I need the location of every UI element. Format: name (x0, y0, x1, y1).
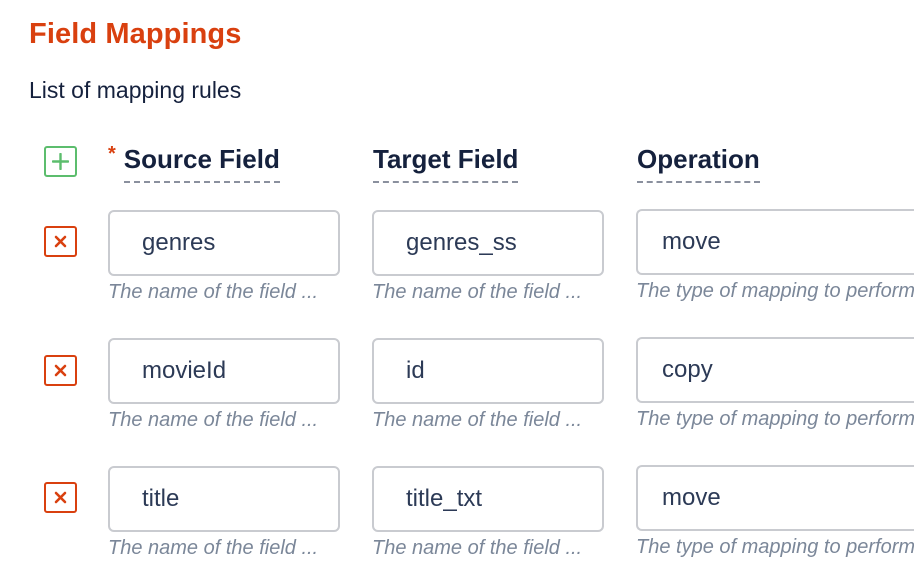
source-field-input[interactable] (108, 338, 340, 404)
close-icon (54, 364, 67, 377)
target-field-cell: The name of the field ... (372, 466, 604, 560)
required-mark: * (108, 143, 116, 165)
remove-mapping-button[interactable] (44, 482, 77, 513)
source-field-input[interactable] (108, 466, 340, 532)
operation-cell: copy The type of mapping to perform (636, 337, 914, 431)
source-field-cell: The name of the field ... (108, 338, 340, 432)
operation-help: The type of mapping to perform (636, 536, 914, 558)
target-field-cell: The name of the field ... (372, 210, 604, 304)
source-field-help: The name of the field ... (108, 409, 319, 431)
operation-value: copy (662, 356, 713, 383)
remove-mapping-button[interactable] (44, 226, 77, 257)
add-mapping-button[interactable] (44, 146, 77, 177)
column-header-label[interactable]: Target Field (373, 142, 519, 183)
close-icon (54, 491, 67, 504)
source-field-help: The name of the field ... (108, 281, 319, 303)
operation-help: The type of mapping to perform (636, 408, 914, 430)
operation-select[interactable]: move (636, 209, 914, 275)
target-field-input[interactable] (372, 466, 604, 532)
operation-cell: move The type of mapping to perform (636, 209, 914, 303)
operation-value: move (662, 484, 721, 511)
operation-select[interactable]: copy (636, 337, 914, 403)
plus-icon (52, 153, 69, 170)
operation-cell: move The type of mapping to perform (636, 465, 914, 559)
target-field-input[interactable] (372, 210, 604, 276)
target-field-help: The name of the field ... (372, 537, 583, 559)
remove-mapping-button[interactable] (44, 355, 77, 386)
source-field-input[interactable] (108, 210, 340, 276)
operation-value: move (662, 228, 721, 255)
target-field-cell: The name of the field ... (372, 338, 604, 432)
column-header-label[interactable]: Operation (637, 142, 760, 183)
source-field-cell: The name of the field ... (108, 210, 340, 304)
operation-help: The type of mapping to perform (636, 280, 914, 302)
close-icon (54, 235, 67, 248)
source-field-cell: The name of the field ... (108, 466, 340, 560)
target-field-help: The name of the field ... (372, 409, 583, 431)
column-header-target-field: Target Field (373, 142, 519, 183)
column-header-source-field: * Source Field (108, 142, 280, 183)
target-field-help: The name of the field ... (372, 281, 583, 303)
section-title: Field Mappings (29, 18, 242, 50)
source-field-help: The name of the field ... (108, 537, 319, 559)
column-header-label[interactable]: Source Field (123, 142, 280, 183)
section-description: List of mapping rules (29, 77, 242, 103)
target-field-input[interactable] (372, 338, 604, 404)
operation-select[interactable]: move (636, 465, 914, 531)
column-header-operation: Operation (637, 142, 760, 183)
